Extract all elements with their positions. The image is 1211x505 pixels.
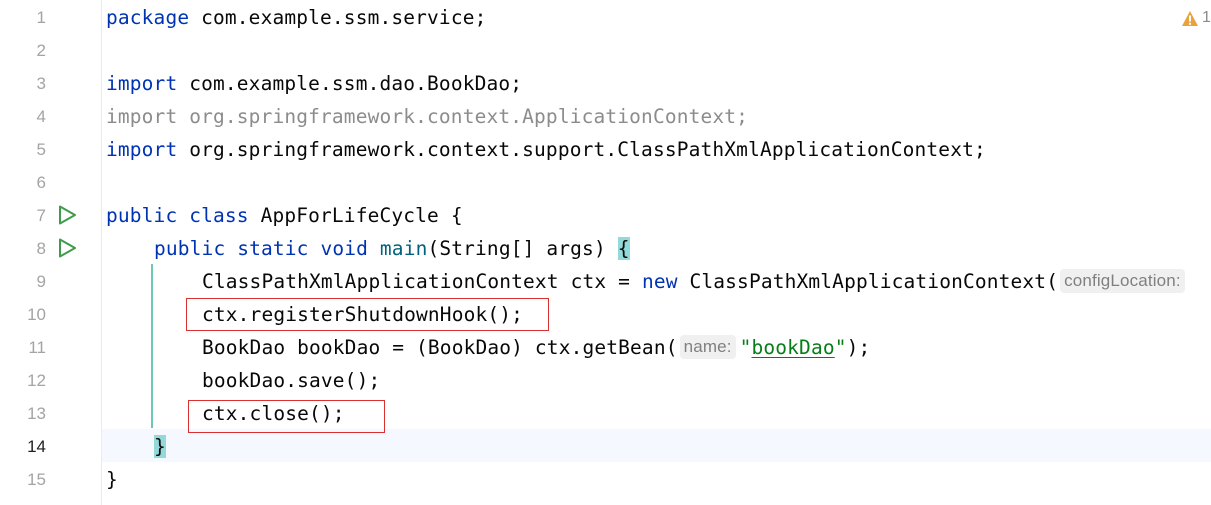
warning-triangle-icon [1182, 10, 1198, 26]
parameter-hint: name: [679, 335, 736, 359]
line-number: 11 [28, 338, 46, 357]
line-number: 15 [27, 470, 46, 489]
code-line-14[interactable]: } [154, 430, 166, 463]
line-number: 7 [36, 206, 46, 225]
line-number: 13 [27, 404, 46, 423]
annotation-box-ctx-close [188, 400, 385, 433]
code-line-1[interactable]: package com.example.ssm.service; [106, 1, 486, 34]
matched-brace-close: } [154, 435, 166, 458]
code-line-7[interactable]: public class AppForLifeCycle { [106, 199, 463, 232]
code-line-15[interactable]: } [106, 463, 118, 496]
line-number: 6 [36, 173, 46, 192]
code-editor[interactable]: 1 2 3 4 5 6 7 8 9 10 11 12 13 14 15 1 pa… [0, 0, 1211, 505]
code-line-5[interactable]: import org.springframework.context.suppo… [106, 133, 986, 166]
line-number: 9 [36, 272, 46, 291]
line-number: 1 [36, 8, 46, 27]
line-number-active: 14 [27, 437, 46, 456]
run-class-icon[interactable] [56, 204, 78, 226]
line-number: 2 [36, 41, 46, 60]
matched-brace-open: { [617, 237, 630, 260]
code-line-8[interactable]: public static void main(String[] args) { [154, 232, 630, 265]
code-line-11[interactable]: BookDao bookDao = (BookDao) ctx.getBean(… [202, 331, 870, 364]
code-line-3[interactable]: import com.example.ssm.dao.BookDao; [106, 67, 522, 100]
line-number: 10 [27, 305, 46, 324]
line-number: 12 [27, 371, 46, 390]
annotation-box-register-shutdown-hook [186, 298, 549, 331]
line-number: 4 [36, 107, 46, 126]
line-number: 8 [36, 239, 46, 258]
parameter-hint: configLocation: [1060, 269, 1185, 293]
indent-guide [151, 264, 153, 428]
code-line-12[interactable]: bookDao.save(); [202, 364, 380, 397]
warnings-count: 1 [1202, 9, 1211, 26]
line-number: 3 [36, 74, 46, 93]
line-number: 5 [36, 140, 46, 159]
run-main-icon[interactable] [56, 237, 78, 259]
code-line-4-unused-import[interactable]: import org.springframework.context.Appli… [106, 100, 748, 133]
current-line-highlight [102, 429, 1211, 462]
code-line-9[interactable]: ClassPathXmlApplicationContext ctx = new… [202, 265, 1189, 298]
warnings-indicator[interactable]: 1 [1181, 9, 1211, 27]
